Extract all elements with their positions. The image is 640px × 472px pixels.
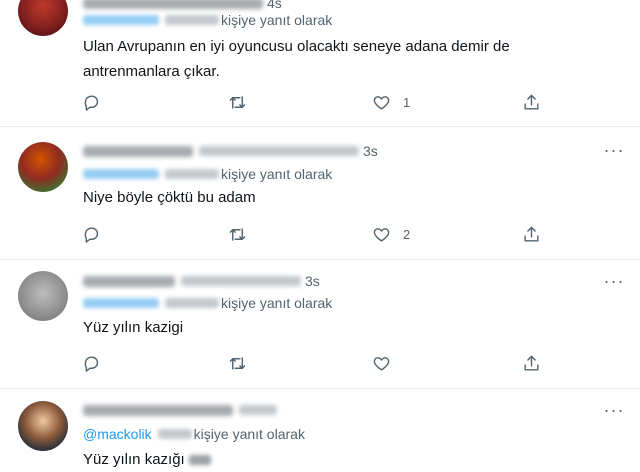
like-count: 2 [403, 226, 411, 242]
timestamp[interactable]: 3s [305, 273, 320, 289]
author-handle[interactable] [239, 405, 277, 415]
reply-icon [84, 355, 99, 372]
tweet-header: 3s [83, 272, 320, 290]
timestamp[interactable]: 4s [267, 0, 282, 11]
more-options-icon[interactable]: ··· [602, 271, 626, 291]
tweet-actions: 1 [80, 90, 560, 114]
like-button[interactable] [372, 351, 403, 375]
author-name[interactable] [83, 404, 233, 416]
like-button[interactable]: 1 [372, 90, 410, 114]
tweet[interactable]: 3s kişiye yanıt olarak Yüz yılın kazigi … [0, 260, 640, 389]
redacted-text [165, 169, 219, 179]
author-name[interactable] [83, 275, 175, 287]
replying-label: kişiye yanıt olarak [193, 426, 305, 442]
reply-icon [84, 226, 99, 243]
redacted-text [165, 15, 219, 25]
avatar[interactable] [18, 0, 68, 36]
tweet-text: Yüz yılın kazigi [83, 319, 184, 336]
like-count: 1 [403, 94, 411, 110]
replying-to: kişiye yanıt olarak [83, 11, 332, 29]
share-button[interactable] [522, 351, 541, 375]
author-name[interactable] [83, 0, 263, 9]
replying-label: kişiye yanıt olarak [221, 12, 333, 28]
tweet-actions: 2 [80, 222, 560, 246]
avatar[interactable] [18, 401, 68, 451]
retweet-button[interactable] [228, 90, 259, 114]
more-options-icon[interactable]: ··· [602, 400, 626, 420]
tweet[interactable]: @mackolik kişiye yanıt olarak Yüz yılın … [0, 389, 640, 472]
tweet-text: Yüz yılın kazığı [83, 447, 603, 472]
mention-link[interactable] [83, 169, 159, 179]
tweet[interactable]: 4s kişiye yanıt olarak Ulan Avrupanın en… [0, 0, 640, 127]
author-handle[interactable] [181, 276, 301, 286]
share-icon [524, 355, 539, 371]
heart-icon [373, 356, 390, 371]
replying-label: kişiye yanıt olarak [221, 166, 333, 182]
share-button[interactable] [522, 90, 541, 114]
redacted-text [188, 455, 211, 466]
share-button[interactable] [522, 222, 541, 246]
avatar[interactable] [18, 142, 68, 192]
replying-to: kişiye yanıt olarak [83, 165, 332, 183]
retweet-icon [229, 356, 246, 370]
like-button[interactable]: 2 [372, 222, 410, 246]
share-icon [524, 94, 539, 110]
replying-label: kişiye yanıt olarak [221, 295, 333, 311]
retweet-button[interactable] [228, 351, 259, 375]
heart-icon [373, 227, 390, 242]
reply-button[interactable] [82, 222, 113, 246]
tweet-header: 3s [83, 142, 378, 160]
heart-icon [373, 95, 390, 110]
redacted-text [165, 298, 219, 308]
retweet-button[interactable] [228, 222, 259, 246]
more-options-icon[interactable]: ··· [602, 140, 626, 160]
reply-button[interactable] [82, 351, 113, 375]
replying-to: kişiye yanıt olarak [83, 294, 332, 312]
author-handle[interactable] [199, 146, 359, 156]
share-icon [524, 226, 539, 242]
timestamp[interactable]: 3s [363, 143, 378, 159]
reply-button[interactable] [82, 90, 113, 114]
mention-link[interactable]: @mackolik [83, 426, 152, 442]
tweet-text-content: Yüz yılın kazığı [83, 451, 185, 468]
replying-to: @mackolik kişiye yanıt olarak [83, 425, 305, 443]
tweet-header [83, 401, 277, 419]
mention-link[interactable] [83, 298, 159, 308]
avatar[interactable] [18, 271, 68, 321]
tweet[interactable]: 3s kişiye yanıt olarak Niye böyle çöktü … [0, 127, 640, 260]
tweet-actions [80, 351, 560, 375]
mention-link[interactable] [83, 15, 159, 25]
reply-icon [84, 94, 99, 111]
author-name[interactable] [83, 145, 193, 157]
tweet-text: Ulan Avrupanın en iyi oyuncusu olacaktı … [83, 38, 510, 80]
retweet-icon [229, 227, 246, 241]
retweet-icon [229, 95, 246, 109]
redacted-text [157, 429, 192, 439]
tweet-text: Niye böyle çöktü bu adam [83, 189, 256, 206]
